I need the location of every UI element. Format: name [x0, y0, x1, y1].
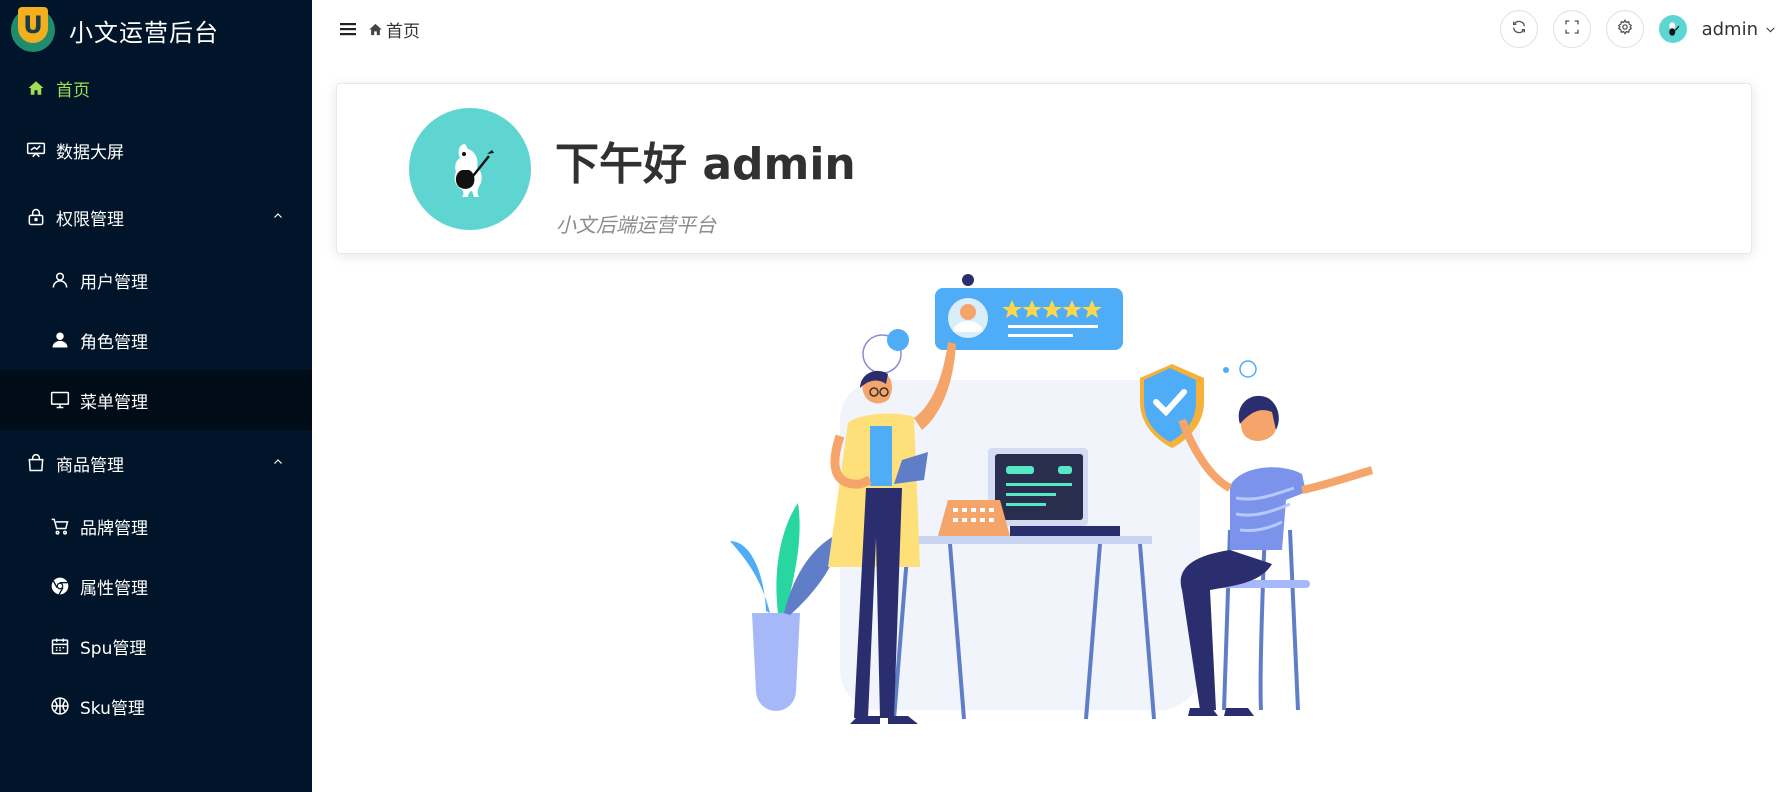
shopping-bag-icon — [26, 453, 46, 473]
sidebar-item-sku-management[interactable]: Sku管理 — [0, 676, 312, 736]
cart-icon — [50, 516, 70, 536]
sidebar-item-label: 属性管理 — [80, 578, 148, 599]
logo-icon: U — [11, 7, 55, 52]
screen-board-icon — [26, 140, 46, 160]
refresh-icon — [1511, 19, 1527, 39]
username[interactable]: admin — [1702, 19, 1758, 40]
top-header: 首页 admin — [312, 0, 1781, 58]
sidebar-item-brand-management[interactable]: 品牌管理 — [0, 496, 312, 556]
home-icon — [26, 78, 46, 98]
chevron-down-icon[interactable] — [1764, 23, 1777, 36]
sidebar-item-label: 角色管理 — [80, 332, 148, 353]
sidebar-item-user-management[interactable]: 用户管理 — [0, 250, 312, 310]
chevron-up-icon[interactable] — [272, 453, 284, 473]
sidebar-item-spu-management[interactable]: Spu管理 — [0, 616, 312, 676]
welcome-card: 下午好 admin 小文后端运营平台 — [336, 83, 1752, 254]
logo-area[interactable]: U 小文运营后台 — [0, 0, 312, 60]
user-avatar[interactable] — [1658, 15, 1687, 43]
sidebar-item-products[interactable]: 商品管理 — [0, 430, 312, 496]
avatar — [409, 108, 531, 230]
sidebar-item-role-management[interactable]: 角色管理 — [0, 310, 312, 370]
sidebar-item-label: Spu管理 — [80, 638, 147, 659]
avatar-illustration — [454, 144, 494, 197]
sidebar-item-label: 权限管理 — [56, 209, 124, 230]
sidebar-item-label: Sku管理 — [80, 698, 145, 719]
sidebar: U 小文运营后台 首页 数据大屏 权限管理 用户管理 角色管理 菜单管理 商品管… — [0, 0, 312, 792]
sidebar-item-permissions[interactable]: 权限管理 — [0, 184, 312, 250]
sidebar-item-label: 菜单管理 — [80, 392, 148, 413]
basketball-icon — [50, 696, 70, 716]
dashboard-illustration — [670, 268, 1420, 728]
team-review-illustration — [730, 274, 1374, 724]
welcome-subtitle: 小文后端运营平台 — [556, 213, 716, 237]
sidebar-item-label: 商品管理 — [56, 455, 124, 476]
refresh-button[interactable] — [1499, 10, 1538, 48]
greeting-title: 下午好 admin — [555, 139, 856, 190]
sidebar-item-label: 数据大屏 — [56, 142, 124, 163]
chevron-up-icon[interactable] — [272, 207, 284, 227]
breadcrumb-item[interactable]: 首页 — [386, 17, 420, 42]
calendar-icon — [50, 636, 70, 656]
settings-button[interactable] — [1605, 10, 1644, 48]
menu-fold-icon[interactable] — [338, 19, 358, 39]
breadcrumb: 首页 — [368, 17, 420, 42]
fullscreen-button[interactable] — [1552, 10, 1591, 48]
lock-icon — [26, 207, 46, 227]
logo-letter: U — [18, 7, 48, 43]
sidebar-item-label: 用户管理 — [80, 272, 148, 293]
monitor-icon — [50, 390, 70, 410]
header-tools: admin — [1499, 0, 1781, 58]
sidebar-item-label: 品牌管理 — [80, 518, 148, 539]
sidebar-menu: 首页 数据大屏 权限管理 用户管理 角色管理 菜单管理 商品管理 品牌管理 属性… — [0, 60, 312, 736]
app-root: U 小文运营后台 首页 数据大屏 权限管理 用户管理 角色管理 菜单管理 商品管… — [0, 0, 1781, 792]
app-title: 小文运营后台 — [69, 18, 219, 47]
chrome-icon — [50, 576, 70, 596]
sidebar-item-home[interactable]: 首页 — [0, 60, 312, 116]
fullscreen-icon — [1564, 19, 1580, 39]
user-filled-icon — [50, 330, 70, 350]
home-icon — [368, 22, 383, 37]
settings-icon — [1617, 19, 1633, 39]
sidebar-item-data-screen[interactable]: 数据大屏 — [0, 116, 312, 184]
sidebar-item-attribute-management[interactable]: 属性管理 — [0, 556, 312, 616]
sidebar-item-menu-management[interactable]: 菜单管理 — [0, 370, 312, 430]
user-outline-icon — [50, 270, 70, 290]
sidebar-item-label: 首页 — [56, 80, 90, 101]
